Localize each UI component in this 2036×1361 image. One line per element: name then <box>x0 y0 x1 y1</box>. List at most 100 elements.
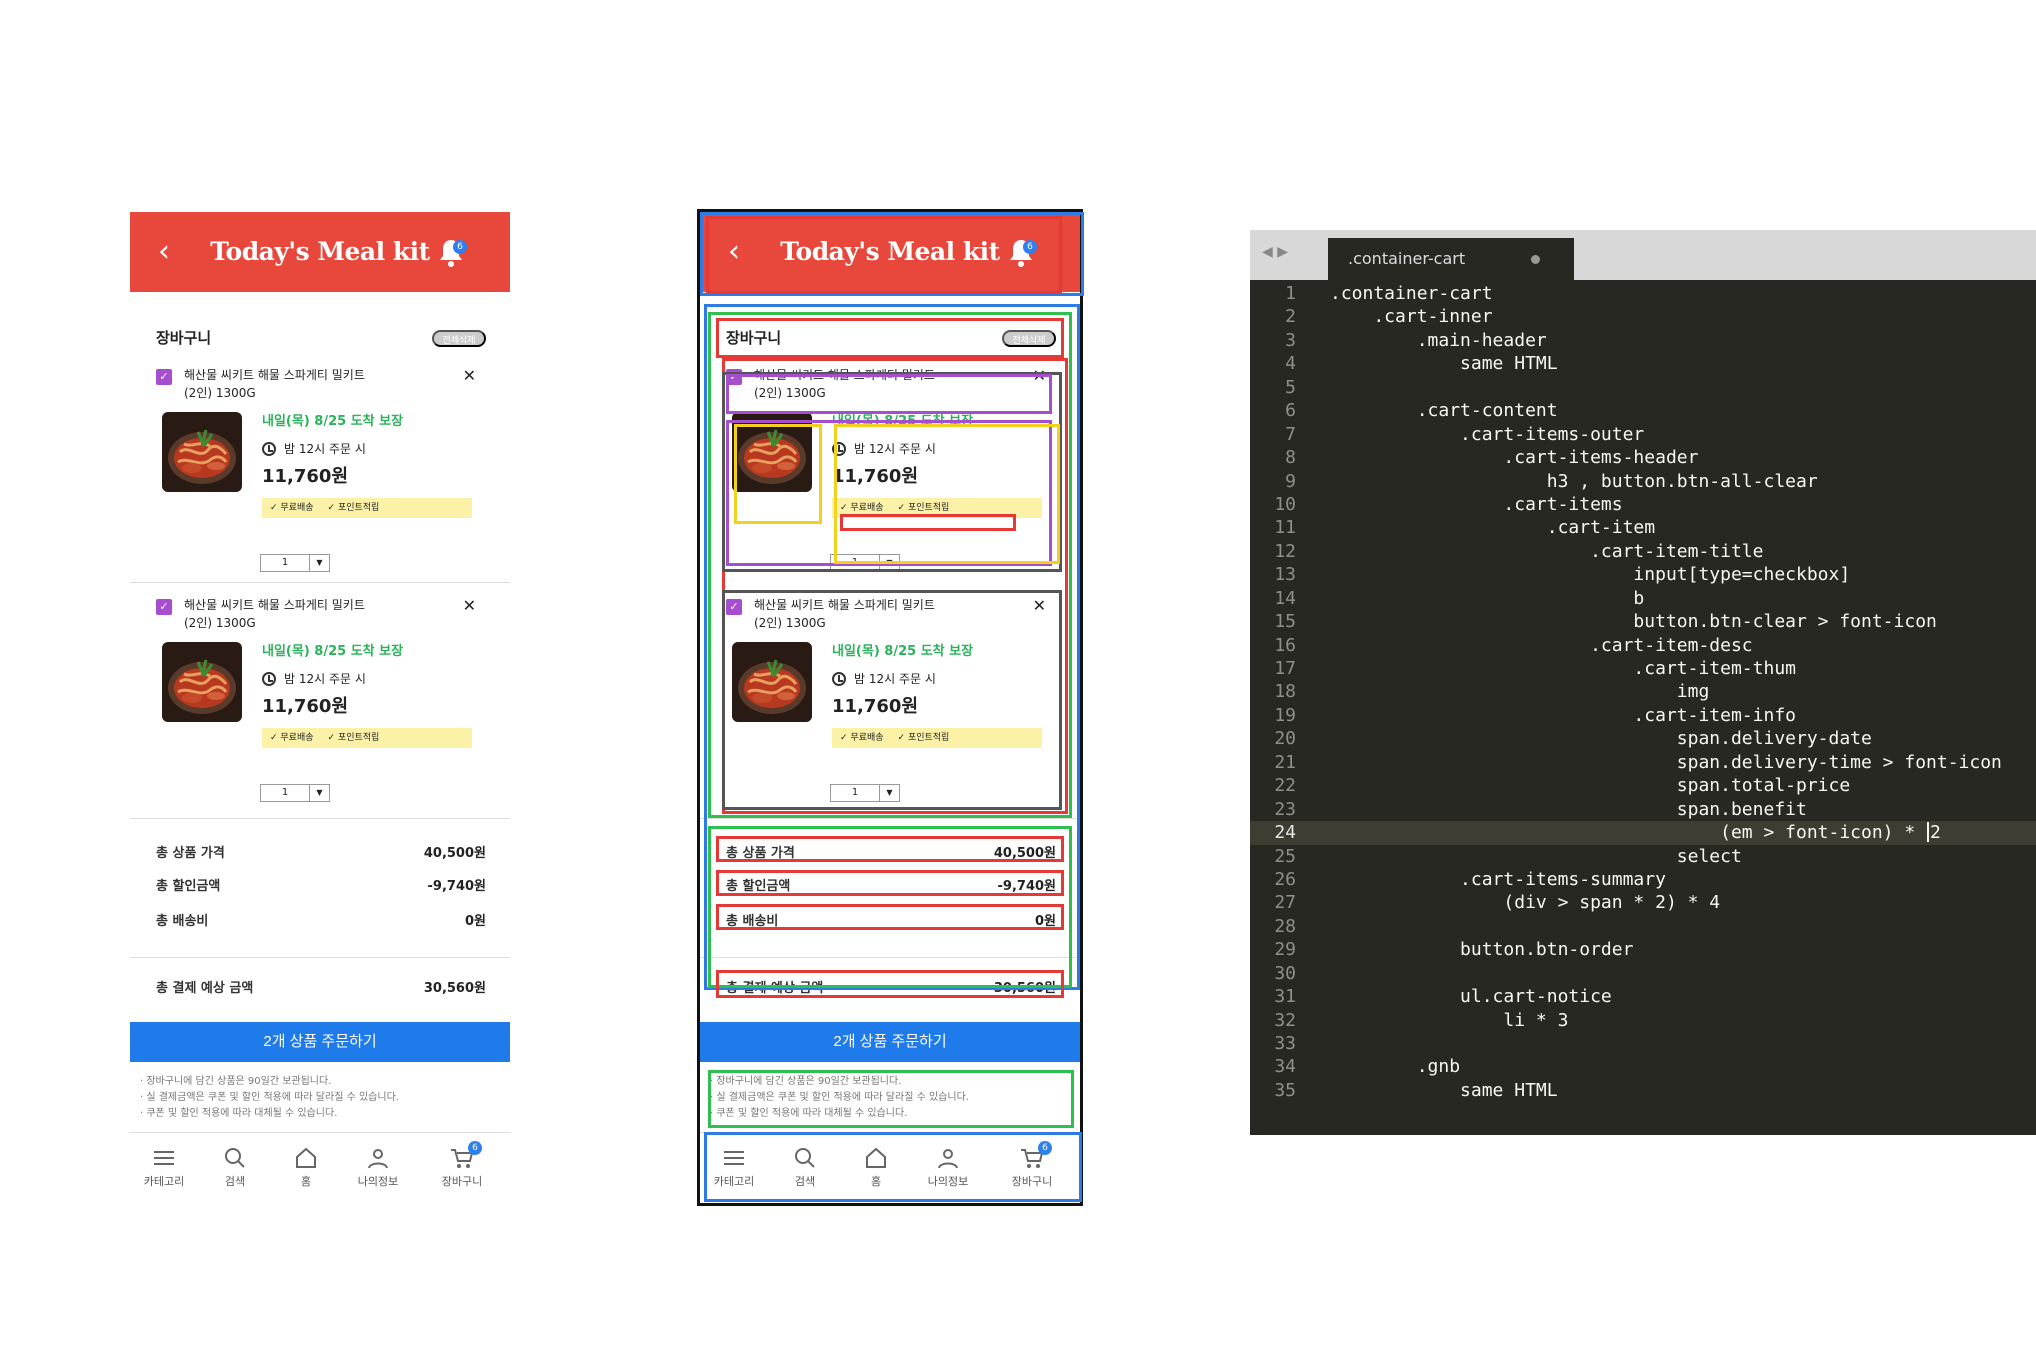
code-line[interactable]: 3 .main-header <box>1250 329 2036 352</box>
clock-icon <box>262 442 276 456</box>
benefit: ✓ 무료배송 ✓ 포인트적립 <box>832 498 1042 518</box>
code-line[interactable]: 25 select <box>1250 845 2036 868</box>
code-line[interactable]: 30 <box>1250 962 2036 985</box>
code-line[interactable]: 24 (em > font-icon) * 2 <box>1250 821 2036 845</box>
code-line[interactable]: 9 h3 , button.btn-all-clear <box>1250 470 2036 493</box>
line-number: 2 <box>1285 306 1296 328</box>
code-line[interactable]: 26 .cart-items-summary <box>1250 868 2036 891</box>
code-line[interactable]: 21 span.delivery-time > font-icon <box>1250 751 2036 774</box>
code-line[interactable]: 31 ul.cart-notice <box>1250 985 2036 1008</box>
quantity-select[interactable]: 1 ▼ <box>830 784 900 802</box>
quantity-select[interactable]: 1 ▼ <box>260 784 330 802</box>
remove-item-close-icon[interactable]: ✕ <box>463 366 476 386</box>
gnb-tab-label: 나의정보 <box>357 1175 399 1188</box>
benefit-points: ✓ 포인트적립 <box>327 733 380 743</box>
cart-item: ✓ 해산물 씨키트 해물 스파게티 밀키트 (2인) 1300G ✕ 내일(목) … <box>156 594 486 809</box>
code-text: .cart-item-desc <box>1330 634 1753 656</box>
summary-label: 총 배송비 <box>156 914 209 929</box>
benefit-free-shipping: ✓ 무료배송 <box>840 733 884 743</box>
gnb-tab-my-info[interactable]: 나의정보 <box>916 1147 980 1189</box>
line-number: 31 <box>1274 986 1296 1008</box>
code-line[interactable]: 2 .cart-inner <box>1250 305 2036 328</box>
code-line[interactable]: 1 .container-cart <box>1250 282 2036 305</box>
code-text: button.btn-clear > font-icon <box>1330 611 1937 633</box>
main-header: ‹ Today's Meal kit 6 <box>130 212 510 292</box>
line-number: 14 <box>1274 587 1296 609</box>
code-text: (em > font-icon) * <box>1330 822 1927 844</box>
code-line[interactable]: 32 li * 3 <box>1250 1009 2036 1032</box>
gnb-tab-home[interactable]: 홈 <box>844 1147 908 1189</box>
code-line[interactable]: 14 b <box>1250 587 2036 610</box>
benefit-label: 무료배송 <box>850 733 884 743</box>
code-line[interactable]: 33 <box>1250 1032 2036 1055</box>
summary-value: 0원 <box>464 914 486 929</box>
delivery-date: 내일(목) 8/25 도착 보장 <box>832 414 974 429</box>
line-number: 13 <box>1274 564 1296 586</box>
notice-item: · 장바구니에 담긴 상품은 90일간 보관됩니다. <box>710 1076 902 1087</box>
code-text: .cart-item-info <box>1330 704 1796 726</box>
notice-item: · 쿠폰 및 할인 적용에 따라 대체될 수 있습니다. <box>140 1108 338 1119</box>
code-line[interactable]: 29 button.btn-order <box>1250 938 2036 961</box>
gnb-tab-home[interactable]: 홈 <box>274 1147 338 1189</box>
item-name-sub: (2인) 1300G <box>184 386 256 400</box>
gnb-tab-cart[interactable]: 장바구니 <box>430 1147 494 1189</box>
gnb-tab-my-info[interactable]: 나의정보 <box>346 1147 410 1189</box>
delivery-time: 밤 12시 주문 시 <box>832 669 1044 689</box>
code-line[interactable]: 34 .gnb <box>1250 1055 2036 1078</box>
quantity-select[interactable]: 1 ▼ <box>260 554 330 572</box>
item-checkbox[interactable]: ✓ <box>156 599 172 615</box>
code-line[interactable]: 17 .cart-item-thum <box>1250 657 2036 680</box>
tab-nav-arrows-icon[interactable]: ◀ ▶ <box>1262 244 1288 260</box>
gnb-tab-category[interactable]: 카테고리 <box>132 1147 196 1189</box>
benefit-label: 포인트적립 <box>337 503 380 513</box>
remove-item-close-icon[interactable]: ✕ <box>1033 596 1046 616</box>
gnb-tab-cart[interactable]: 장바구니 <box>1000 1147 1064 1189</box>
code-line[interactable]: 23 span.benefit <box>1250 798 2036 821</box>
code-line[interactable]: 19 .cart-item-info <box>1250 704 2036 727</box>
code-line[interactable]: 35 same HTML <box>1250 1079 2036 1102</box>
clear-all-button[interactable]: 전체삭제 <box>1002 330 1056 347</box>
code-line[interactable]: 6 .cart-content <box>1250 399 2036 422</box>
gnb-tab-search[interactable]: 검색 <box>203 1147 267 1189</box>
code-line[interactable]: 27 (div > span * 2) * 4 <box>1250 891 2036 914</box>
item-checkbox[interactable]: ✓ <box>156 369 172 385</box>
item-checkbox[interactable]: ✓ <box>726 369 742 385</box>
quantity-select[interactable]: 1 ▼ <box>830 554 900 572</box>
code-line[interactable]: 7 .cart-items-outer <box>1250 423 2036 446</box>
code-line[interactable]: 10 .cart-items <box>1250 493 2036 516</box>
code-line[interactable]: 12 .cart-item-title <box>1250 540 2036 563</box>
remove-item-close-icon[interactable]: ✕ <box>463 596 476 616</box>
code-line[interactable]: 4 same HTML <box>1250 352 2036 375</box>
back-chevron-icon[interactable]: ‹ <box>728 232 740 272</box>
code-line[interactable]: 18 img <box>1250 680 2036 703</box>
code-line[interactable]: 11 .cart-item <box>1250 516 2036 539</box>
editor-tab[interactable]: .container-cart <box>1328 238 1574 280</box>
order-button[interactable]: 2개 상품 주문하기 <box>700 1022 1080 1062</box>
code-line[interactable]: 20 span.delivery-date <box>1250 727 2036 750</box>
code-lines[interactable]: 1 .container-cart 2 .cart-inner 3 .main-hea… <box>1250 282 2036 1102</box>
code-line[interactable]: 22 span.total-price <box>1250 774 2036 797</box>
gnb-tab-category[interactable]: 카테고리 <box>702 1147 766 1189</box>
notice-item: · 장바구니에 담긴 상품은 90일간 보관됩니다. <box>140 1076 332 1087</box>
line-number: 35 <box>1274 1079 1296 1101</box>
summary-row: 총 상품 가격 40,500원 <box>156 844 486 864</box>
line-number: 9 <box>1285 470 1296 492</box>
code-line[interactable]: 5 <box>1250 376 2036 399</box>
code-line[interactable]: 15 button.btn-clear > font-icon <box>1250 610 2036 633</box>
code-line[interactable]: 28 <box>1250 915 2036 938</box>
line-number: 1 <box>1285 283 1296 304</box>
code-text: select <box>1330 845 1742 867</box>
gnb-tab-search[interactable]: 검색 <box>773 1147 837 1189</box>
line-number: 26 <box>1274 868 1296 890</box>
code-line[interactable]: 13 input[type=checkbox] <box>1250 563 2036 586</box>
clear-all-button[interactable]: 전체삭제 <box>432 330 486 347</box>
code-line[interactable]: 8 .cart-items-header <box>1250 446 2036 469</box>
cart-notice: · 장바구니에 담긴 상품은 90일간 보관됩니다. · 실 결제금액은 쿠폰 … <box>140 1074 500 1122</box>
item-checkbox[interactable]: ✓ <box>726 599 742 615</box>
code-line[interactable]: 16 .cart-item-desc <box>1250 634 2036 657</box>
summary-value: 30,560원 <box>993 981 1056 996</box>
order-button[interactable]: 2개 상품 주문하기 <box>130 1022 510 1062</box>
gnb-tab-label: 나의정보 <box>927 1175 969 1188</box>
remove-item-close-icon[interactable]: ✕ <box>1033 366 1046 386</box>
back-chevron-icon[interactable]: ‹ <box>158 232 170 272</box>
